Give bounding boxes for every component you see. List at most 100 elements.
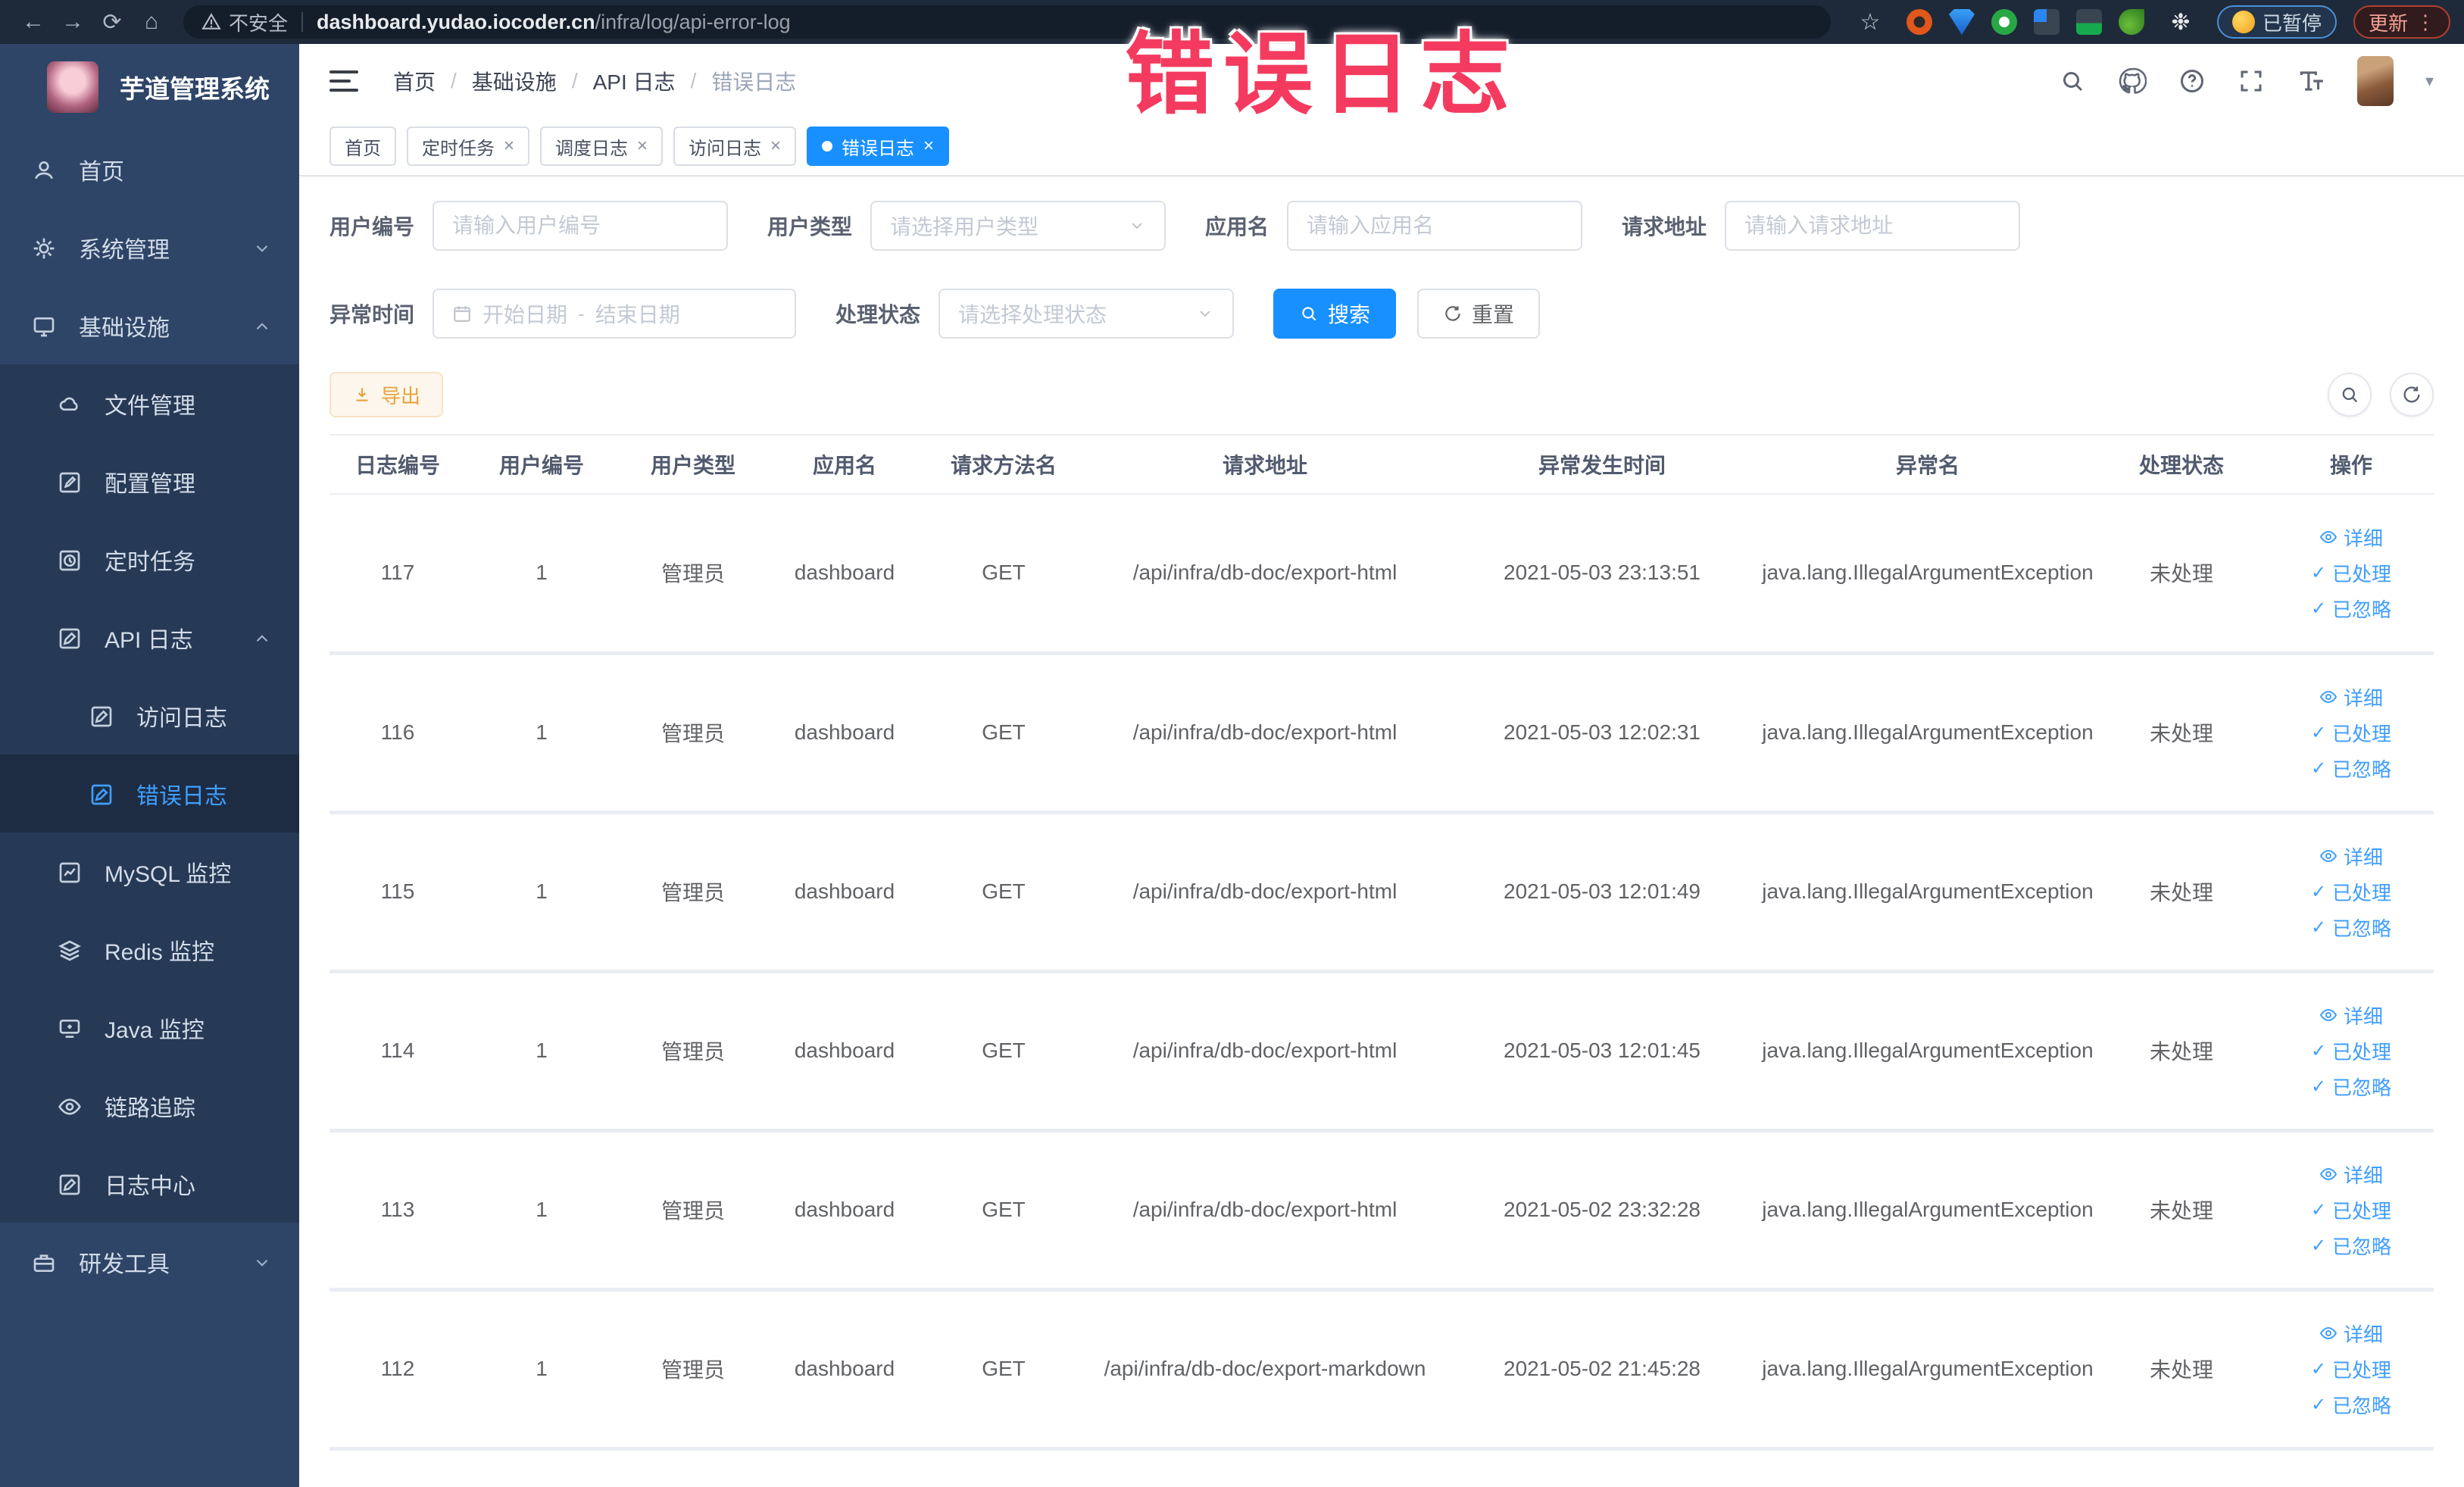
extensions-puzzle-icon[interactable]: ❉ [2161, 5, 2200, 39]
mark-ignored-link[interactable]: ✓ 已忽略 [2311, 1391, 2391, 1419]
sidebar-item-api-log[interactable]: API 日志 [0, 598, 299, 676]
breadcrumb-api-log[interactable]: API 日志 [593, 66, 676, 96]
extension-icon-grid[interactable] [2033, 9, 2060, 35]
mark-processed-link[interactable]: ✓ 已处理 [2311, 1196, 2391, 1224]
cell-method: GET [920, 653, 1087, 814]
browser-reload-icon[interactable]: ⟳ [92, 5, 132, 39]
tab-home[interactable]: 首页 [329, 127, 396, 166]
sidebar-item-system-mgmt[interactable]: 系统管理 [0, 208, 299, 286]
font-size-icon[interactable] [2297, 67, 2325, 95]
cell-process-status: 未处理 [2094, 971, 2269, 1132]
extensions-area: ☆ ❉ 已暂停 更新 ⋮ [1850, 5, 2450, 39]
extension-icon-blue-shield[interactable] [1948, 9, 1975, 35]
close-icon[interactable]: × [770, 136, 781, 157]
avatar-caret-down-icon[interactable]: ▾ [2425, 71, 2434, 91]
sidebar: 芋道管理系统 首页 系统管理 基础设施 文件管理 配置管理 定时任务 API 日… [0, 44, 299, 1487]
process-status-select[interactable]: 请选择处理状态 [938, 289, 1235, 339]
mark-processed-link[interactable]: ✓ 已处理 [2311, 719, 2391, 747]
search-button[interactable]: 搜索 [1273, 289, 1397, 339]
cell-user-id: 1 [466, 653, 617, 814]
toggle-search-icon-button[interactable] [2328, 373, 2372, 417]
tab-scheduled-jobs[interactable]: 定时任务 × [407, 127, 530, 166]
chevron-down-icon [252, 1249, 272, 1275]
mark-ignored-link[interactable]: ✓ 已忽略 [2311, 1232, 2391, 1260]
detail-link[interactable]: 详细 [2319, 683, 2383, 711]
extension-icon-green-circle[interactable] [1991, 9, 2017, 35]
detail-link[interactable]: 详细 [2319, 1161, 2383, 1189]
sidebar-collapse-icon[interactable] [329, 66, 363, 96]
github-icon[interactable] [2118, 67, 2147, 95]
browser-update-button[interactable]: 更新 ⋮ [2353, 5, 2450, 39]
detail-link[interactable]: 详细 [2319, 842, 2383, 870]
bookmark-star-icon[interactable]: ☆ [1850, 5, 1890, 39]
user-id-input[interactable] [452, 214, 709, 238]
reset-button[interactable]: 重置 [1417, 289, 1541, 339]
log-edit-icon [89, 780, 114, 806]
sidebar-item-java-monitor[interactable]: Java 监控 [0, 989, 299, 1067]
log-edit-icon [89, 702, 114, 728]
paused-extension-pill[interactable]: 已暂停 [2216, 5, 2337, 39]
close-icon[interactable]: × [637, 136, 648, 157]
refresh-icon-button[interactable] [2390, 373, 2434, 417]
browser-menu-kebab-icon[interactable]: ⋮ [2416, 11, 2435, 34]
extension-icon-on-badge[interactable] [2075, 9, 2102, 35]
cell-process-status: 未处理 [2094, 494, 2269, 655]
security-warning-icon[interactable]: 不安全 [201, 8, 288, 36]
request-url-input[interactable] [1744, 214, 2001, 238]
table-tools [2328, 373, 2434, 417]
sidebar-item-redis-monitor[interactable]: Redis 监控 [0, 911, 299, 989]
app-name-input[interactable] [1307, 214, 1563, 238]
mark-processed-link[interactable]: ✓ 已处理 [2311, 1355, 2391, 1383]
help-icon[interactable] [2178, 67, 2206, 95]
user-avatar[interactable] [2356, 55, 2394, 106]
cell-process-status: 未处理 [2094, 1130, 2269, 1292]
sidebar-item-infrastructure[interactable]: 基础设施 [0, 286, 299, 364]
browser-back-icon[interactable]: ← [14, 5, 53, 39]
address-bar[interactable]: 不安全 dashboard.yudao.iocoder.cn/infra/log… [183, 5, 1831, 39]
extension-icon-green-leaf[interactable] [2118, 9, 2144, 35]
extension-icon-orange[interactable] [1906, 9, 1932, 35]
tab-schedule-log[interactable]: 调度日志 × [540, 127, 664, 166]
sidebar-item-access-log[interactable]: 访问日志 [0, 676, 299, 754]
sidebar-item-scheduled-jobs[interactable]: 定时任务 [0, 520, 299, 598]
export-button[interactable]: 导出 [329, 372, 444, 417]
sidebar-item-config-mgmt[interactable]: 配置管理 [0, 442, 299, 520]
mark-processed-link[interactable]: ✓ 已处理 [2311, 878, 2391, 906]
browser-forward-icon[interactable]: → [53, 5, 92, 39]
mark-ignored-link[interactable]: ✓ 已忽略 [2311, 754, 2391, 783]
breadcrumb-home[interactable]: 首页 [393, 66, 436, 96]
mark-processed-link[interactable]: ✓ 已处理 [2311, 1037, 2391, 1065]
detail-link[interactable]: 详细 [2319, 1320, 2383, 1348]
close-icon[interactable]: × [923, 136, 934, 157]
cell-actions: 详细 ✓ 已处理 ✓ 已忽略 [2269, 971, 2434, 1132]
tab-error-log[interactable]: 错误日志 × [807, 127, 950, 166]
date-range-picker[interactable]: 开始日期 - 结束日期 [433, 289, 797, 339]
search-icon[interactable] [2059, 67, 2086, 95]
app-logo-row[interactable]: 芋道管理系统 [0, 44, 299, 130]
overlay-annotation-title: 错误日志 [1125, 25, 1519, 125]
user-type-select[interactable]: 请选择用户类型 [870, 201, 1166, 251]
mark-ignored-link[interactable]: ✓ 已忽略 [2311, 1073, 2391, 1101]
cell-actions: 详细 ✓ 已处理 ✓ 已忽略 [2269, 812, 2434, 973]
close-icon[interactable]: × [504, 136, 514, 157]
cell-user-id: 1 [466, 1289, 617, 1451]
table-toolbar: 导出 [329, 372, 2434, 417]
sidebar-item-mysql-monitor[interactable]: MySQL 监控 [0, 833, 299, 911]
detail-link[interactable]: 详细 [2319, 1001, 2383, 1029]
sidebar-item-error-log[interactable]: 错误日志 [0, 754, 299, 833]
tab-access-log[interactable]: 访问日志 × [673, 127, 797, 166]
fullscreen-icon[interactable] [2238, 67, 2265, 95]
sidebar-item-tracing[interactable]: 链路追踪 [0, 1067, 299, 1145]
mark-ignored-link[interactable]: ✓ 已忽略 [2311, 595, 2391, 623]
sidebar-item-log-center[interactable]: 日志中心 [0, 1145, 299, 1223]
table-row: 112 1 管理员 dashboard GET /api/infra/db-do… [329, 1289, 2434, 1451]
sidebar-item-home[interactable]: 首页 [0, 130, 299, 208]
detail-link[interactable]: 详细 [2319, 523, 2383, 551]
sidebar-item-dev-tools[interactable]: 研发工具 [0, 1223, 299, 1301]
sidebar-item-file-mgmt[interactable]: 文件管理 [0, 364, 299, 442]
mark-ignored-link[interactable]: ✓ 已忽略 [2311, 914, 2391, 942]
browser-home-icon[interactable]: ⌂ [132, 5, 171, 39]
mark-processed-link[interactable]: ✓ 已处理 [2311, 559, 2391, 587]
breadcrumb-infrastructure[interactable]: 基础设施 [472, 66, 557, 96]
home-people-icon [32, 156, 56, 182]
